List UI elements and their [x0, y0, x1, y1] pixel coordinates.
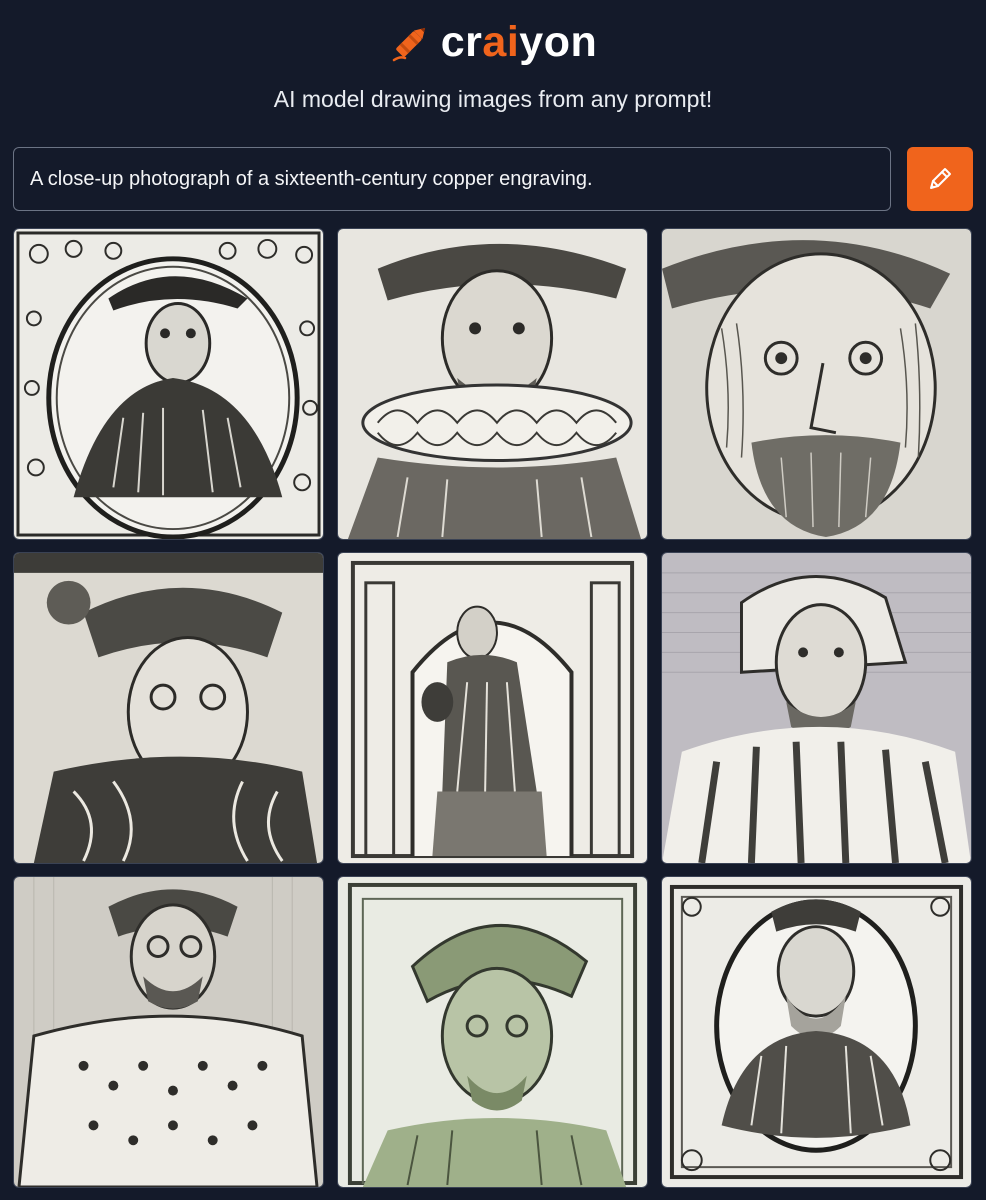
result-image[interactable] [13, 552, 324, 864]
engraving-portrait-image [662, 229, 971, 539]
craiyon-logo[interactable]: craiyon [0, 14, 986, 70]
prompt-input[interactable] [13, 147, 891, 211]
crayon-icon [392, 27, 425, 62]
engraving-portrait-image [662, 553, 971, 863]
engraving-portrait-image [662, 877, 971, 1187]
engraving-portrait-image [14, 229, 323, 539]
result-image[interactable] [661, 552, 972, 864]
results-grid [13, 228, 973, 1192]
engraving-portrait-image [338, 229, 647, 539]
result-image[interactable] [13, 876, 324, 1188]
result-image[interactable] [337, 552, 648, 864]
result-image[interactable] [661, 228, 972, 540]
result-image[interactable] [337, 228, 648, 540]
engraving-portrait-image [14, 553, 323, 863]
tagline: AI model drawing images from any prompt! [273, 86, 713, 112]
engraving-figure-image [338, 553, 647, 863]
engraving-portrait-image [338, 877, 647, 1187]
header: craiyon AI model drawing images from any… [0, 0, 986, 140]
result-image[interactable] [661, 876, 972, 1188]
draw-button[interactable] [907, 147, 973, 211]
result-image[interactable] [13, 228, 324, 540]
engraving-portrait-image [14, 877, 323, 1187]
pencil-icon [930, 168, 951, 189]
result-image[interactable] [337, 876, 648, 1188]
logo-wordmark: craiyon [440, 17, 598, 66]
prompt-bar [13, 147, 973, 211]
